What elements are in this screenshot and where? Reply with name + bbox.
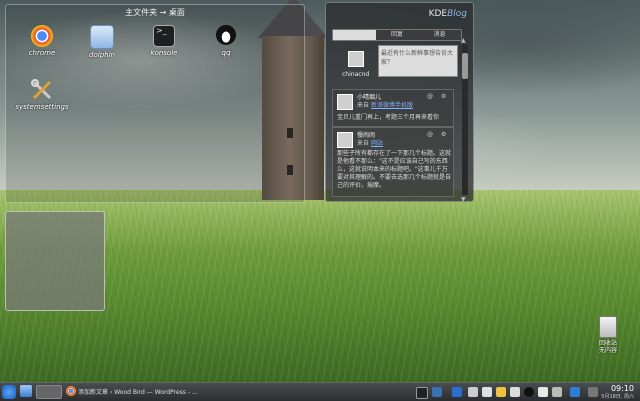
post-body: 那些子所有都存在了一下那几个标题。这就是他看不那么："这不是应该自己写的东西么，… [337, 150, 452, 189]
gear-icon[interactable]: ⚙ [441, 131, 446, 138]
brand-suffix: Blog [447, 9, 467, 19]
trash-status: 无内容 [598, 347, 617, 354]
scroll-down-icon[interactable]: ▼ [461, 196, 466, 203]
tab-replies[interactable]: 回复 [375, 30, 419, 40]
battery-icon[interactable] [570, 387, 580, 397]
clock-time: 09:10 [610, 384, 634, 393]
kde-menu-icon[interactable] [2, 385, 16, 399]
clock-date: 5月18日, 周六 [601, 394, 634, 400]
network-icon[interactable] [452, 387, 462, 397]
notification-icon[interactable] [496, 387, 506, 397]
desktop-icon-label: dolphin [89, 51, 115, 59]
microblog-widget[interactable]: KDEBlog 回复 消息 chinacnd 最近有什么新鲜事想告诉大家？ 小晴… [325, 2, 474, 203]
volume-icon[interactable] [552, 387, 562, 397]
wrench-screwdriver-icon [31, 79, 53, 101]
microblog-brand: KDEBlog [429, 9, 467, 19]
desktop-icon-label: konsole [150, 49, 178, 57]
trash-widget[interactable]: 回收站 无内容 [590, 316, 626, 354]
post-source-link[interactable]: 新浪微博手机版 [371, 102, 413, 109]
compose-username: chinacnd [342, 71, 370, 78]
terminal-icon: >_ [153, 25, 175, 47]
device-icon[interactable] [510, 387, 520, 397]
brand-prefix: KDE [428, 9, 448, 19]
taskbar: 添加新文章 ‹ Wood Bird — WordPress - ... 09:1… [0, 382, 640, 401]
qq-penguin-icon [215, 25, 237, 47]
empty-widget-panel[interactable] [5, 211, 105, 311]
post-item: 慢闹闹 来自 网站 @ ⚙ 那些子所有都存在了一下那几个标题。这就是他看不那么：… [332, 127, 454, 197]
reply-icon[interactable]: @ [427, 93, 433, 100]
post-source-link[interactable]: 网站 [371, 140, 383, 147]
gear-icon[interactable]: ⚙ [441, 93, 446, 100]
post-item: 小晴烟儿 来自 新浪微博手机版 @ ⚙ 宝贝儿重门再上，考题三个月再来看你 [332, 89, 454, 127]
home-folder-icon[interactable] [20, 385, 32, 397]
reply-icon[interactable]: @ [427, 131, 433, 138]
dolphin-icon [90, 25, 114, 49]
desktop-icon-dolphin[interactable]: dolphin [72, 25, 132, 59]
clipboard-icon[interactable] [468, 387, 478, 397]
scroll-up-icon[interactable]: ▲ [461, 37, 466, 44]
scrollbar-thumb[interactable] [462, 53, 468, 79]
window-icon[interactable] [432, 387, 442, 397]
input-method-icon[interactable] [538, 387, 548, 397]
post-body: 宝贝儿重门再上，考题三个月再来看你 [337, 114, 440, 121]
avatar [348, 51, 364, 67]
desktop-icon-label: qq [221, 49, 231, 57]
desktop-icon-konsole[interactable]: >_ konsole [134, 25, 194, 57]
tab-timeline[interactable] [333, 30, 376, 40]
chrome-icon [66, 386, 76, 396]
avatar [337, 132, 353, 148]
qq-penguin-icon[interactable] [524, 387, 534, 397]
post-source: 来自 网站 [357, 138, 383, 147]
desktop-icon-label: chrome [28, 49, 56, 57]
chrome-icon [31, 25, 53, 47]
post-source-prefix: 来自 [357, 140, 370, 147]
avatar [337, 94, 353, 110]
trash-label: 回收站 [598, 340, 617, 347]
microblog-tabs: 回复 消息 [332, 29, 462, 41]
tab-messages[interactable]: 消息 [418, 30, 462, 40]
notes-icon[interactable] [482, 387, 492, 397]
clock[interactable]: 09:10 5月18日, 周六 [601, 384, 634, 400]
desktop-icon-label: systemsettings [15, 103, 69, 111]
compose-input[interactable]: 最近有什么新鲜事想告诉大家？ [378, 45, 458, 77]
terminal-icon[interactable] [416, 387, 428, 399]
desktop-icon-chrome[interactable]: chrome [12, 25, 72, 57]
trash-icon [599, 316, 617, 338]
compose-area: chinacnd 最近有什么新鲜事想告诉大家？ [332, 43, 460, 83]
printer-icon[interactable] [588, 387, 598, 397]
post-source-prefix: 来自 [357, 102, 370, 109]
taskbar-task[interactable]: 添加新文章 ‹ Wood Bird — WordPress - ... [78, 387, 198, 396]
desktop-icon-systemsettings[interactable]: systemsettings [12, 79, 72, 111]
post-source: 来自 新浪微博手机版 [357, 100, 413, 109]
folder-view-title: 主文件夹 → 桌面 [125, 8, 185, 17]
desktop-pager[interactable] [36, 385, 62, 399]
desktop-icon-qq[interactable]: qq [196, 25, 256, 57]
folder-view-widget[interactable]: 主文件夹 → 桌面 chrome dolphin >_ konsole qq s… [5, 4, 305, 203]
scrollbar[interactable]: ▲ ▼ [461, 37, 468, 203]
